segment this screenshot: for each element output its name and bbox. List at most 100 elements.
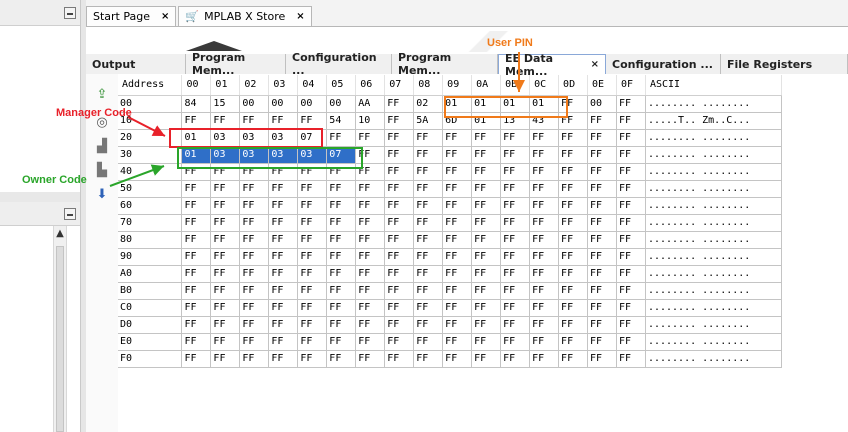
byte-cell[interactable]: FF xyxy=(500,333,531,351)
byte-cell[interactable]: FF xyxy=(413,265,444,283)
byte-cell[interactable]: 01 xyxy=(181,146,212,164)
byte-cell[interactable]: FF xyxy=(616,316,646,334)
byte-cell[interactable]: FF xyxy=(587,350,617,368)
byte-cell[interactable]: FF xyxy=(616,350,646,368)
byte-cell[interactable]: FF xyxy=(355,282,386,300)
byte-cell[interactable]: FF xyxy=(616,333,646,351)
byte-cell[interactable]: AA xyxy=(355,95,386,113)
byte-cell[interactable]: FF xyxy=(529,146,560,164)
byte-cell[interactable]: 03 xyxy=(268,146,299,164)
byte-cell[interactable]: FF xyxy=(413,333,444,351)
byte-cell[interactable]: FF xyxy=(413,214,444,232)
byte-cell[interactable]: 01 xyxy=(471,112,502,130)
byte-cell[interactable]: FF xyxy=(384,180,415,198)
byte-cell[interactable]: FF xyxy=(558,129,589,147)
byte-cell[interactable]: FF xyxy=(500,129,531,147)
byte-cell[interactable]: FF xyxy=(587,129,617,147)
import-icon[interactable]: ⇪ xyxy=(93,86,111,102)
byte-cell[interactable]: FF xyxy=(442,129,473,147)
byte-cell[interactable]: FF xyxy=(616,95,646,113)
byte-cell[interactable]: FF xyxy=(471,265,502,283)
byte-cell[interactable]: FF xyxy=(181,214,212,232)
byte-cell[interactable]: FF xyxy=(297,197,328,215)
byte-cell[interactable]: FF xyxy=(210,214,241,232)
byte-cell[interactable]: FF xyxy=(442,163,473,181)
byte-cell[interactable]: FF xyxy=(355,197,386,215)
byte-cell[interactable]: FF xyxy=(529,129,560,147)
byte-cell[interactable]: FF xyxy=(384,265,415,283)
byte-cell[interactable]: FF xyxy=(355,333,386,351)
byte-cell[interactable]: FF xyxy=(239,265,270,283)
byte-cell[interactable]: FF xyxy=(268,248,299,266)
byte-cell[interactable]: FF xyxy=(558,146,589,164)
tab-file-registers[interactable]: File Registers xyxy=(721,54,848,74)
byte-cell[interactable]: FF xyxy=(413,316,444,334)
byte-cell[interactable]: FF xyxy=(413,163,444,181)
byte-cell[interactable]: FF xyxy=(413,299,444,317)
byte-cell[interactable]: FF xyxy=(558,180,589,198)
byte-cell[interactable]: FF xyxy=(616,180,646,198)
byte-cell[interactable]: FF xyxy=(355,214,386,232)
byte-cell[interactable]: FF xyxy=(587,333,617,351)
byte-cell[interactable]: FF xyxy=(471,129,502,147)
byte-cell[interactable]: FF xyxy=(355,350,386,368)
byte-cell[interactable]: FF xyxy=(587,282,617,300)
down-arrow-icon[interactable]: ⬇ xyxy=(93,186,111,202)
byte-cell[interactable]: FF xyxy=(297,350,328,368)
byte-cell[interactable]: FF xyxy=(355,265,386,283)
byte-cell[interactable]: FF xyxy=(587,163,617,181)
byte-cell[interactable]: 07 xyxy=(326,146,357,164)
byte-cell[interactable]: FF xyxy=(181,333,212,351)
byte-cell[interactable]: FF xyxy=(500,265,531,283)
byte-cell[interactable]: FF xyxy=(326,248,357,266)
byte-cell[interactable]: FF xyxy=(413,350,444,368)
byte-cell[interactable]: FF xyxy=(471,333,502,351)
byte-cell[interactable]: FF xyxy=(413,129,444,147)
byte-cell[interactable]: FF xyxy=(297,214,328,232)
byte-cell[interactable]: FF xyxy=(558,248,589,266)
byte-cell[interactable]: FF xyxy=(268,316,299,334)
byte-cell[interactable]: FF xyxy=(587,316,617,334)
byte-cell[interactable]: FF xyxy=(210,163,241,181)
byte-cell[interactable]: 03 xyxy=(239,146,270,164)
byte-cell[interactable]: FF xyxy=(587,112,617,130)
byte-cell[interactable]: FF xyxy=(442,231,473,249)
byte-cell[interactable]: 02 xyxy=(413,95,444,113)
scroll-thumb[interactable] xyxy=(56,246,64,432)
tab-configuration-2[interactable]: Configuration ... xyxy=(606,54,721,74)
byte-cell[interactable]: FF xyxy=(558,214,589,232)
minimize-icon[interactable] xyxy=(64,208,76,220)
byte-cell[interactable]: FF xyxy=(239,316,270,334)
byte-cell[interactable]: FF xyxy=(210,197,241,215)
byte-cell[interactable]: FF xyxy=(616,112,646,130)
byte-cell[interactable]: FF xyxy=(500,197,531,215)
byte-cell[interactable]: FF xyxy=(471,350,502,368)
step-icon[interactable]: ▟ xyxy=(93,138,111,154)
byte-cell[interactable]: FF xyxy=(413,231,444,249)
byte-cell[interactable]: FF xyxy=(268,231,299,249)
byte-cell[interactable]: FF xyxy=(210,231,241,249)
byte-cell[interactable]: FF xyxy=(239,248,270,266)
byte-cell[interactable]: FF xyxy=(384,282,415,300)
byte-cell[interactable]: FF xyxy=(500,146,531,164)
byte-cell[interactable]: FF xyxy=(616,214,646,232)
byte-cell[interactable]: FF xyxy=(181,180,212,198)
byte-cell[interactable]: FF xyxy=(616,299,646,317)
byte-cell[interactable]: FF xyxy=(297,299,328,317)
byte-cell[interactable]: FF xyxy=(384,95,415,113)
byte-cell[interactable]: FF xyxy=(239,299,270,317)
byte-cell[interactable]: FF xyxy=(471,299,502,317)
byte-cell[interactable]: FF xyxy=(210,282,241,300)
tab-program-memory[interactable]: Program Mem... xyxy=(186,51,286,77)
byte-cell[interactable]: FF xyxy=(413,282,444,300)
byte-cell[interactable]: FF xyxy=(181,265,212,283)
byte-cell[interactable]: FF xyxy=(558,265,589,283)
byte-cell[interactable]: FF xyxy=(384,163,415,181)
byte-cell[interactable]: FF xyxy=(239,112,270,130)
byte-cell[interactable]: FF xyxy=(500,316,531,334)
byte-cell[interactable]: 13 xyxy=(500,112,531,130)
byte-cell[interactable]: FF xyxy=(442,265,473,283)
byte-cell[interactable]: FF xyxy=(587,231,617,249)
byte-cell[interactable]: FF xyxy=(616,146,646,164)
byte-cell[interactable]: FF xyxy=(558,282,589,300)
